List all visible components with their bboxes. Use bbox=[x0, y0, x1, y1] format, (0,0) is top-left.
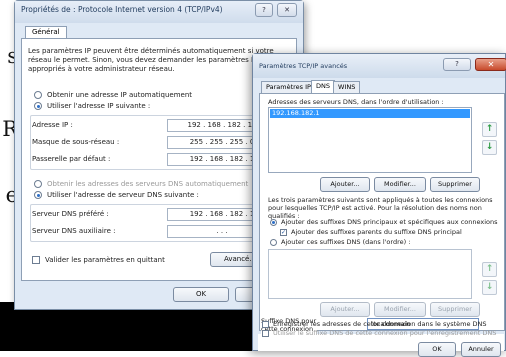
manual-ip-radio-row[interactable]: Utiliser l'adresse IP suivante : bbox=[34, 101, 150, 111]
subnet-mask-label: Masque de sous-réseau : bbox=[32, 138, 120, 146]
resolution-info: Les trois paramètres suivants sont appli… bbox=[268, 196, 493, 220]
dns-list-label: Adresses des serveurs DNS, dans l'ordre … bbox=[268, 98, 444, 106]
dns-server-list[interactable]: 192.168.182.1 bbox=[268, 107, 472, 173]
ok-button[interactable]: OK bbox=[173, 287, 229, 302]
help-button[interactable]: ? bbox=[255, 3, 273, 17]
alternate-dns-row: Serveur DNS auxiliaire : . . . bbox=[32, 225, 284, 238]
validate-checkbox-row[interactable]: Valider les paramètres en quittant bbox=[32, 255, 165, 265]
primary-suffix-label: Ajouter des suffixes DNS principaux et s… bbox=[281, 218, 498, 226]
gateway-row: Passerelle par défaut : 192 . 168 . 182 … bbox=[32, 153, 284, 166]
radio-selected-icon[interactable] bbox=[270, 218, 277, 226]
checkbox-icon[interactable] bbox=[262, 320, 269, 328]
auto-ip-radio-row[interactable]: Obtenir une adresse IP automatiquement bbox=[34, 90, 192, 100]
add-suffix-button[interactable]: Ajouter... bbox=[320, 302, 370, 317]
use-suffix-checkbox-row[interactable]: Utiliser le suffixe DNS de cette connexi… bbox=[262, 329, 496, 337]
tab-ip-settings[interactable]: Paramètres IP bbox=[261, 81, 316, 93]
parent-suffix-checkbox-row[interactable]: ✓ Ajouter des suffixes parents du suffix… bbox=[280, 228, 462, 236]
dns-panel: Adresses des serveurs DNS, dans l'ordre … bbox=[259, 93, 505, 331]
advanced-window-titlebar: Paramètres TCP/IP avancés ? ✕ bbox=[253, 54, 506, 78]
ipv4-window-titlebar: Propriétés de : Protocole Internet versi… bbox=[15, 1, 303, 23]
radio-selected-icon[interactable] bbox=[34, 191, 42, 199]
cancel-button[interactable]: Annuler bbox=[461, 342, 501, 357]
remove-suffix-button[interactable]: Supprimer bbox=[430, 302, 480, 317]
these-suffix-radio-row[interactable]: Ajouter ces suffixes DNS (dans l'ordre) … bbox=[270, 238, 410, 246]
manual-dns-radio-row[interactable]: Utiliser l'adresse de serveur DNS suivan… bbox=[34, 190, 199, 200]
subnet-mask-row: Masque de sous-réseau : 255 . 255 . 255 … bbox=[32, 136, 284, 149]
these-suffix-label: Ajouter ces suffixes DNS (dans l'ordre) … bbox=[281, 238, 411, 246]
advanced-window-title: Paramètres TCP/IP avancés bbox=[259, 62, 348, 70]
manual-ip-label: Utiliser l'adresse IP suivante : bbox=[47, 102, 151, 110]
ip-address-row: Adresse IP : 192 . 168 . 182 . 10 bbox=[32, 119, 284, 132]
radio-icon[interactable] bbox=[34, 91, 42, 99]
register-label: Enregistrer les adresses de cette connex… bbox=[273, 320, 487, 328]
move-up-button[interactable]: ↑ bbox=[482, 122, 497, 137]
gateway-label: Passerelle par défaut : bbox=[32, 155, 111, 163]
validate-label: Valider les paramètres en quittant bbox=[45, 256, 165, 264]
radio-icon[interactable] bbox=[34, 180, 42, 188]
parent-suffix-label: Ajouter des suffixes parents du suffixe … bbox=[291, 228, 462, 236]
register-checkbox-row[interactable]: Enregistrer les adresses de cette connex… bbox=[262, 320, 487, 328]
preferred-dns-label: Serveur DNS préféré : bbox=[32, 210, 109, 218]
move-down-button[interactable]: ↓ bbox=[482, 280, 497, 295]
preferred-dns-row: Serveur DNS préféré : 192 . 168 . 182 . … bbox=[32, 208, 284, 221]
alternate-dns-label: Serveur DNS auxiliaire : bbox=[32, 227, 116, 235]
manual-dns-label: Utiliser l'adresse de serveur DNS suivan… bbox=[47, 191, 199, 199]
list-item[interactable]: 192.168.182.1 bbox=[270, 109, 470, 118]
modify-suffix-button[interactable]: Modifier... bbox=[374, 302, 426, 317]
modify-dns-button[interactable]: Modifier... bbox=[374, 177, 426, 192]
auto-dns-radio-row[interactable]: Obtenir les adresses des serveurs DNS au… bbox=[34, 179, 248, 189]
help-button[interactable]: ? bbox=[443, 58, 471, 71]
ip-address-label: Adresse IP : bbox=[32, 121, 73, 129]
advanced-tcpip-window: Paramètres TCP/IP avancés ? ✕ Paramètres… bbox=[252, 53, 506, 351]
advanced-window-footer: Enregistrer les adresses de cette connex… bbox=[258, 320, 504, 357]
suffix-list[interactable] bbox=[268, 249, 472, 299]
ipv4-window-title: Propriétés de : Protocole Internet versi… bbox=[21, 5, 223, 14]
radio-icon[interactable] bbox=[270, 238, 277, 246]
checkbox-icon[interactable] bbox=[32, 256, 40, 264]
close-button[interactable]: ✕ bbox=[475, 58, 506, 71]
remove-dns-button[interactable]: Supprimer bbox=[430, 177, 480, 192]
checkmark-icon[interactable]: ✓ bbox=[280, 228, 287, 236]
auto-ip-label: Obtenir une adresse IP automatiquement bbox=[47, 91, 193, 99]
tab-dns[interactable]: DNS bbox=[311, 80, 335, 93]
close-button[interactable]: ✕ bbox=[277, 3, 297, 17]
use-suffix-label: Utiliser le suffixe DNS de cette connexi… bbox=[273, 329, 497, 337]
ok-button[interactable]: OK bbox=[418, 342, 456, 357]
checkbox-icon[interactable] bbox=[262, 329, 269, 337]
tab-wins[interactable]: WINS bbox=[333, 81, 361, 93]
move-up-button[interactable]: ↑ bbox=[482, 262, 497, 277]
primary-suffix-radio-row[interactable]: Ajouter des suffixes DNS principaux et s… bbox=[270, 218, 498, 226]
auto-dns-label: Obtenir les adresses des serveurs DNS au… bbox=[47, 180, 249, 188]
radio-selected-icon[interactable] bbox=[34, 102, 42, 110]
add-dns-button[interactable]: Ajouter... bbox=[320, 177, 370, 192]
move-down-button[interactable]: ↓ bbox=[482, 140, 497, 155]
